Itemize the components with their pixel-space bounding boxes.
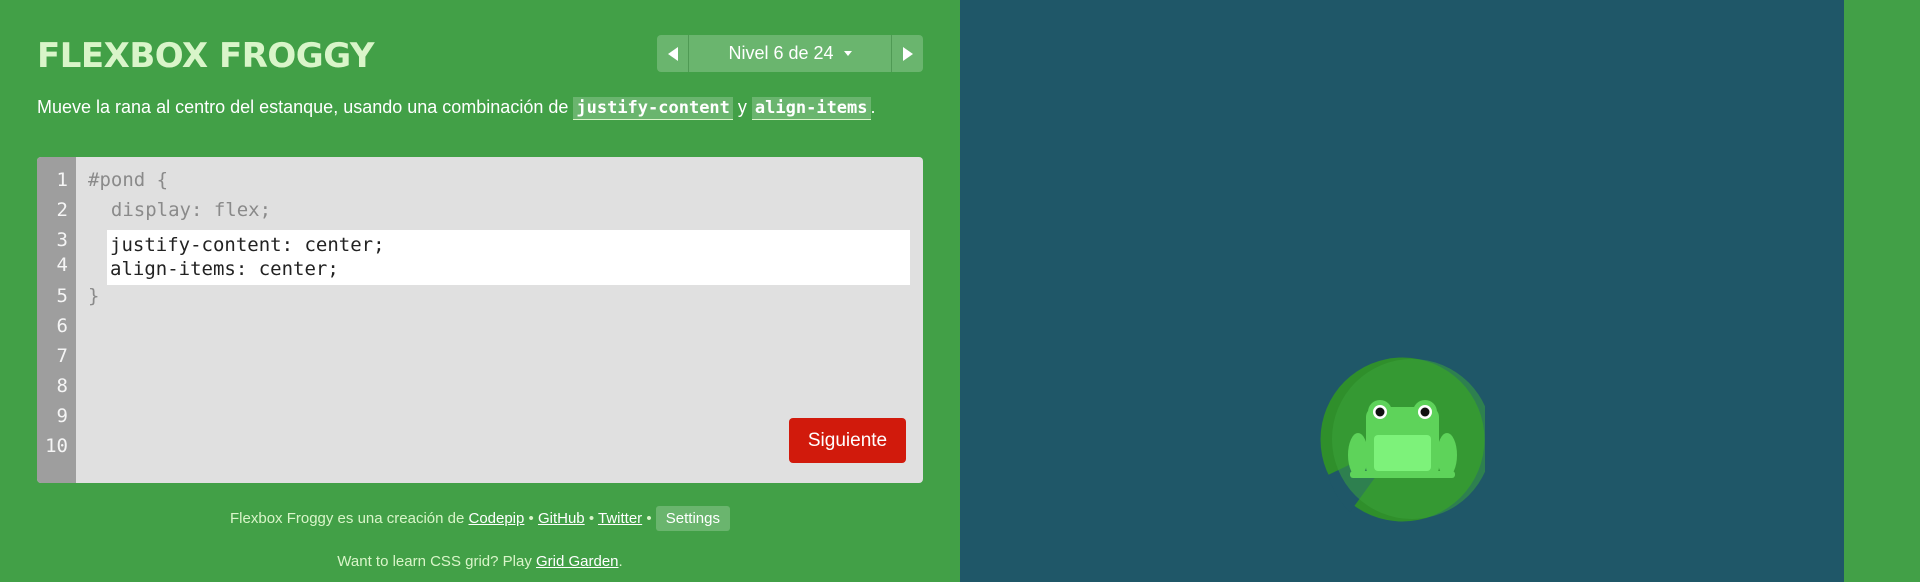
line-number-gutter: 1 2 3 4 5 6 7 8 9 10 <box>37 157 76 483</box>
code-justify-content[interactable]: justify-content <box>573 97 733 120</box>
css-input[interactable]: justify-content: center; align-items: ce… <box>107 230 910 285</box>
right-margin <box>1844 0 1920 582</box>
grid-promo-suffix: . <box>618 553 623 570</box>
triangle-left-icon <box>667 46 678 61</box>
lilypad-icon <box>1320 357 1492 522</box>
level-indicator: Nivel 6 de 24 <box>728 43 834 63</box>
credit-text: Flexbox Froggy es una creación de <box>230 510 469 527</box>
line-number: 5 <box>56 285 68 307</box>
instructions-suffix: . <box>870 97 876 117</box>
code-editor: 1 2 3 4 5 6 7 8 9 10 #pond { display: fl… <box>37 157 923 483</box>
code-line-selector: #pond { <box>88 169 169 191</box>
line-number: 2 <box>56 199 68 221</box>
separator: • <box>642 510 656 527</box>
instructions-panel: FLEXBOX FROGGY Nivel 6 de 24 Mueve la ra… <box>0 0 960 582</box>
line-number: 7 <box>56 345 68 367</box>
separator: • <box>524 510 538 527</box>
input-justify-content[interactable]: justify-content: center; <box>110 233 385 258</box>
footer-credits: Flexbox Froggy es una creación de Codepi… <box>0 506 960 531</box>
code-align-items[interactable]: align-items <box>751 97 871 120</box>
next-button[interactable]: Siguiente <box>789 418 906 463</box>
instructions-middle: y <box>732 97 752 117</box>
grid-promo-text: Want to learn CSS grid? Play <box>337 553 536 570</box>
line-number: 6 <box>56 315 68 337</box>
code-line-display: display: flex; <box>88 199 272 221</box>
grid-garden-link[interactable]: Grid Garden <box>536 553 619 570</box>
footer-grid-garden: Want to learn CSS grid? Play Grid Garden… <box>0 553 960 570</box>
app-title: FLEXBOX FROGGY <box>37 36 374 76</box>
line-number: 9 <box>56 405 68 427</box>
codepip-link[interactable]: Codepip <box>468 510 524 527</box>
next-level-button[interactable] <box>891 35 923 72</box>
code-line-close: } <box>88 285 100 307</box>
level-instructions: Mueve la rana al centro del estanque, us… <box>37 97 876 120</box>
instructions-prefix: Mueve la rana al centro del estanque, us… <box>37 97 574 117</box>
line-number: 10 <box>45 435 68 457</box>
lilypad-with-frog <box>1320 357 1492 522</box>
triangle-right-icon <box>902 46 913 61</box>
twitter-link[interactable]: Twitter <box>598 510 642 527</box>
line-number: 8 <box>56 375 68 397</box>
settings-button[interactable]: Settings <box>655 506 730 531</box>
input-align-items[interactable]: align-items: center; <box>110 257 339 282</box>
caret-down-icon <box>843 51 852 56</box>
separator: • <box>584 510 598 527</box>
line-number: 1 <box>56 169 68 191</box>
level-select[interactable]: Nivel 6 de 24 <box>689 35 891 72</box>
level-navigation: Nivel 6 de 24 <box>657 35 923 72</box>
prev-level-button[interactable] <box>657 35 689 72</box>
github-link[interactable]: GitHub <box>538 510 585 527</box>
line-number: 4 <box>56 254 68 276</box>
